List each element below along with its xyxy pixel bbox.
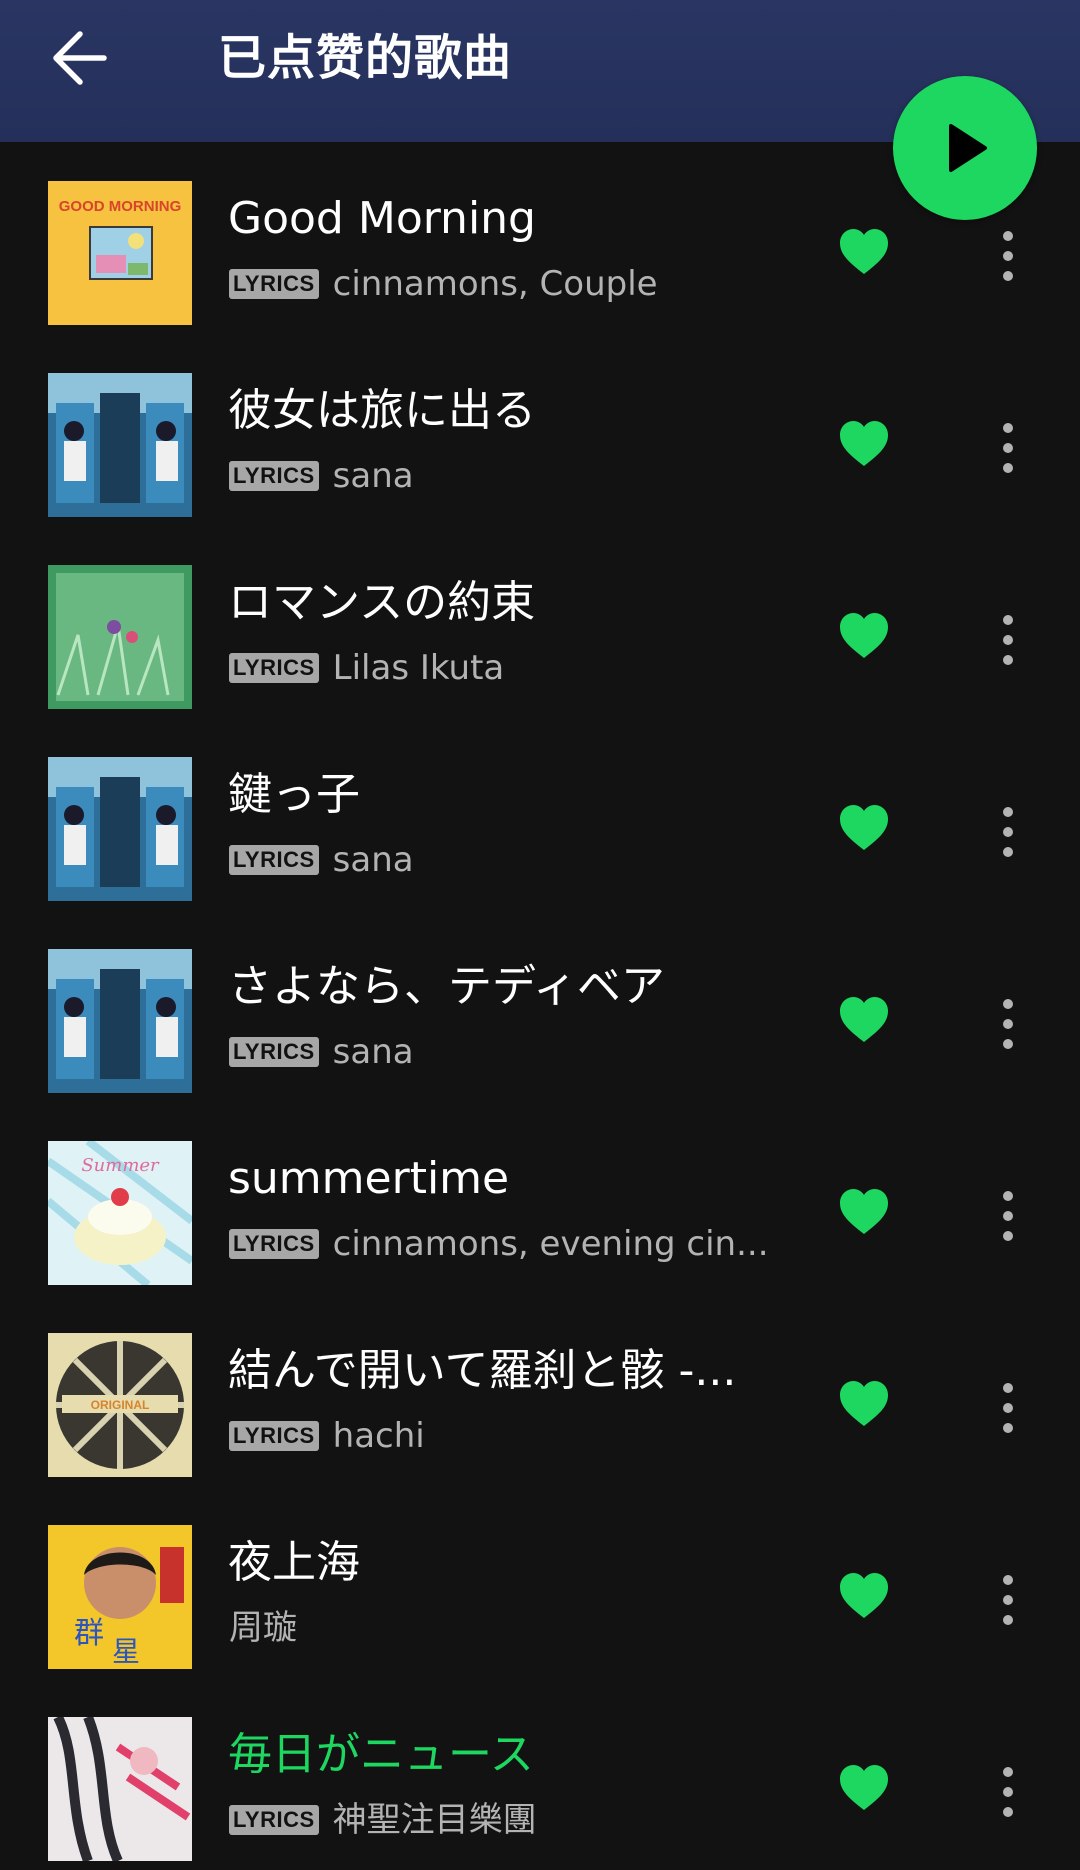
song-title: ロマンスの約束 xyxy=(228,577,536,628)
heart-filled-icon[interactable] xyxy=(836,1184,892,1240)
lyrics-badge: LYRICS xyxy=(229,461,319,491)
song-artist: 周璇 xyxy=(229,1608,297,1648)
song-title: summertime xyxy=(228,1153,510,1204)
heart-filled-icon[interactable] xyxy=(836,1376,892,1432)
song-row[interactable]: ORIGINAL 結んで開いて羅刹と骸 -... LYRICS hachi xyxy=(0,1294,1080,1486)
play-button[interactable] xyxy=(893,76,1037,220)
play-icon xyxy=(949,124,987,172)
song-title: 結んで開いて羅刹と骸 -... xyxy=(228,1345,737,1396)
song-row[interactable]: さよなら、テディベア LYRICS sana xyxy=(0,910,1080,1102)
song-title: 毎日がニュース xyxy=(228,1729,534,1780)
song-title: Good Morning xyxy=(228,193,536,244)
more-options-icon[interactable] xyxy=(990,420,1026,476)
more-options-icon[interactable] xyxy=(990,804,1026,860)
album-cover xyxy=(48,949,192,1093)
song-row-playing[interactable]: 毎日がニュース LYRICS 神聖注目樂團 xyxy=(0,1678,1080,1870)
song-artist: cinnamons, evening cin... xyxy=(332,1224,769,1264)
more-options-icon[interactable] xyxy=(990,996,1026,1052)
song-subtitle: 周璇 xyxy=(229,1608,297,1648)
song-artist: sana xyxy=(332,1032,414,1072)
song-artist: sana xyxy=(332,456,414,496)
lyrics-badge: LYRICS xyxy=(229,653,319,683)
song-artist: cinnamons, Couple xyxy=(332,264,658,304)
lyrics-badge: LYRICS xyxy=(229,269,319,299)
album-cover xyxy=(48,757,192,901)
heart-filled-icon[interactable] xyxy=(836,800,892,856)
song-subtitle: LYRICS Lilas Ikuta xyxy=(229,648,504,688)
song-artist: Lilas Ikuta xyxy=(332,648,505,688)
more-options-icon[interactable] xyxy=(990,1188,1026,1244)
song-row[interactable]: 群 星 夜上海 周璇 xyxy=(0,1486,1080,1678)
song-subtitle: LYRICS 神聖注目樂團 xyxy=(229,1800,537,1840)
song-row[interactable]: Summer summertime LYRICS cinnamons, even… xyxy=(0,1102,1080,1294)
album-cover xyxy=(48,373,192,517)
album-cover: 群 星 xyxy=(48,1525,192,1669)
lyrics-badge: LYRICS xyxy=(229,1037,319,1067)
svg-text:星: 星 xyxy=(112,1635,140,1668)
lyrics-badge: LYRICS xyxy=(229,845,319,875)
heart-filled-icon[interactable] xyxy=(836,992,892,1048)
song-artist: sana xyxy=(332,840,414,880)
svg-text:Summer: Summer xyxy=(81,1155,160,1176)
song-subtitle: LYRICS sana xyxy=(229,456,414,496)
arrow-left-icon xyxy=(53,31,107,85)
heart-filled-icon[interactable] xyxy=(836,224,892,280)
album-cover: ORIGINAL xyxy=(48,1333,192,1477)
heart-filled-icon[interactable] xyxy=(836,1760,892,1816)
heart-filled-icon[interactable] xyxy=(836,416,892,472)
more-options-icon[interactable] xyxy=(990,612,1026,668)
album-cover xyxy=(48,565,192,709)
song-title: 夜上海 xyxy=(228,1537,360,1588)
lyrics-badge: LYRICS xyxy=(229,1229,319,1259)
page-title: 已点赞的歌曲 xyxy=(218,30,513,86)
song-subtitle: LYRICS sana xyxy=(229,1032,414,1072)
album-cover: GOOD MORNING xyxy=(48,181,192,325)
more-options-icon[interactable] xyxy=(990,228,1026,284)
song-subtitle: LYRICS cinnamons, Couple xyxy=(229,264,658,304)
more-options-icon[interactable] xyxy=(990,1572,1026,1628)
album-cover xyxy=(48,1717,192,1861)
heart-filled-icon[interactable] xyxy=(836,608,892,664)
back-button[interactable] xyxy=(40,22,116,94)
song-row[interactable]: ロマンスの約束 LYRICS Lilas Ikuta xyxy=(0,526,1080,718)
lyrics-badge: LYRICS xyxy=(229,1421,319,1451)
song-title: 彼女は旅に出る xyxy=(228,385,536,436)
lyrics-badge: LYRICS xyxy=(229,1805,319,1835)
svg-text:ORIGINAL: ORIGINAL xyxy=(91,1398,150,1412)
album-cover: Summer xyxy=(48,1141,192,1285)
song-subtitle: LYRICS sana xyxy=(229,840,414,880)
song-artist: 神聖注目樂團 xyxy=(332,1800,537,1840)
song-subtitle: LYRICS hachi xyxy=(229,1416,425,1456)
song-row[interactable]: 彼女は旅に出る LYRICS sana xyxy=(0,334,1080,526)
song-title: 鍵っ子 xyxy=(228,769,360,820)
song-subtitle: LYRICS cinnamons, evening cin... xyxy=(229,1224,769,1264)
song-title: さよなら、テディベア xyxy=(228,961,665,1012)
heart-filled-icon[interactable] xyxy=(836,1568,892,1624)
more-options-icon[interactable] xyxy=(990,1380,1026,1436)
song-row[interactable]: 鍵っ子 LYRICS sana xyxy=(0,718,1080,910)
song-artist: hachi xyxy=(332,1416,425,1456)
svg-text:群: 群 xyxy=(74,1616,104,1651)
more-options-icon[interactable] xyxy=(990,1764,1026,1820)
svg-text:GOOD MORNING: GOOD MORNING xyxy=(59,198,182,215)
